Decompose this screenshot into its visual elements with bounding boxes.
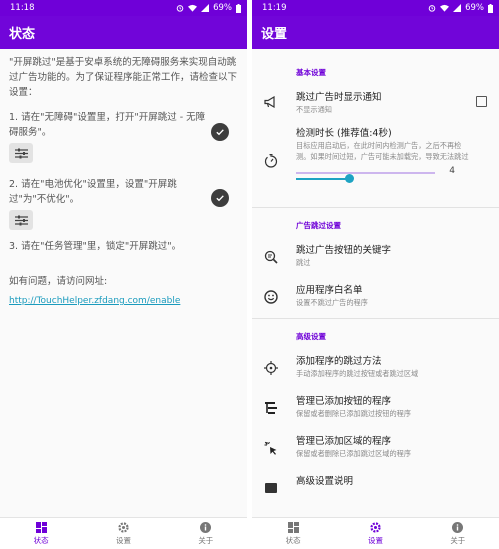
pref-title: 添加程序的跳过方法 <box>296 356 382 367</box>
section-advanced-header: 高级设置 <box>296 332 326 341</box>
smile-icon <box>262 288 280 306</box>
nav-label: 设置 <box>115 535 131 545</box>
slider-fill <box>296 178 349 180</box>
divider <box>252 318 499 319</box>
status-bar: 11:19 69% <box>252 0 499 16</box>
pref-summary: 跳过 <box>296 258 311 267</box>
help-link[interactable]: http://TouchHelper.zfdang.com/enable <box>9 296 180 306</box>
battery-percent: 69% <box>213 3 232 13</box>
section-adskip-header: 广告跳过设置 <box>296 221 341 230</box>
pref-title: 检测时长 (推荐值:4秒) <box>296 128 392 139</box>
tune-icon <box>14 148 28 158</box>
nav-status[interactable]: 状态 <box>252 518 334 549</box>
nav-label: 状态 <box>33 535 49 545</box>
wifi-icon <box>188 4 198 12</box>
settings-list: 基本设置 跳过广告时显示通知 不显示通知 检测时长 (推荐值:4秒) 目标应用启… <box>252 49 499 517</box>
step-task-lock: 3. 请在"任务管理"里，锁定"开屏跳过"。 <box>0 239 247 254</box>
nav-label: 状态 <box>285 535 301 545</box>
step-accessibility: 1. 请在"无障碍"设置里，打开"开屏跳过 - 无障碍服务"。 <box>0 110 247 141</box>
pref-manage-buttons[interactable]: 管理已添加按钮的程序 保留或者删除已添加跳过按钮的程序 <box>252 395 499 421</box>
info-icon <box>452 521 464 533</box>
app-bar: 状态 <box>0 16 247 49</box>
bottom-navigation: 状态 设置 关于 <box>252 517 499 549</box>
info-icon <box>200 521 212 533</box>
dashboard-icon <box>35 521 47 533</box>
list-manage-icon <box>262 399 280 417</box>
help-text: 如有问题，请访问网址: <box>9 276 108 287</box>
pref-summary: 目标应用启动后，在此时间内检测广告，之后不再检测。如果时间过短，广告可能未加载完… <box>296 141 469 161</box>
pref-manage-areas[interactable]: 管理已添加区域的程序 保留或者删除已添加跳过区域的程序 <box>252 435 499 461</box>
dashboard-icon <box>287 521 299 533</box>
battery-icon <box>236 3 241 13</box>
pref-summary: 保留或者删除已添加跳过区域的程序 <box>296 449 412 458</box>
pref-title: 应用程序白名单 <box>296 285 363 296</box>
notification-checkbox[interactable] <box>476 96 487 107</box>
nav-label: 关于 <box>450 535 466 545</box>
alarm-icon <box>176 5 184 12</box>
pref-title: 跳过广告按钮的关键字 <box>296 245 392 256</box>
status-bar: 11:18 69% <box>0 0 247 16</box>
battery-percent: 69% <box>465 3 484 13</box>
slider-thumb[interactable] <box>344 174 354 183</box>
alarm-icon <box>428 5 436 12</box>
signal-icon <box>201 4 210 12</box>
pref-skip-keywords[interactable]: 跳过广告按钮的关键字 跳过 <box>252 244 499 270</box>
pref-show-notification[interactable]: 跳过广告时显示通知 不显示通知 <box>252 91 499 119</box>
settings-screen: 11:19 69% 设置 基本设置 跳过广告时显示通知 不显示通知 检测时长 (… <box>252 0 499 549</box>
step-text: 2. 请在"电池优化"设置里，设置"开屏跳过"为"不优化"。 <box>9 179 177 205</box>
pref-title: 高级设置说明 <box>296 476 354 487</box>
check-icon <box>211 123 229 141</box>
slider-track <box>296 172 435 183</box>
app-bar: 设置 <box>252 16 499 49</box>
pref-whitelist[interactable]: 应用程序白名单 设置不跳过广告的程序 <box>252 284 499 310</box>
page-title: 设置 <box>261 27 288 42</box>
settings-icon <box>370 521 381 533</box>
pref-advanced-help[interactable]: 高级设置说明 <box>252 475 499 501</box>
crosshair-icon <box>262 359 280 377</box>
open-battery-settings-button[interactable] <box>9 210 33 230</box>
signal-icon <box>453 4 462 12</box>
pref-title: 管理已添加按钮的程序 <box>296 396 392 407</box>
step-battery: 2. 请在"电池优化"设置里，设置"开屏跳过"为"不优化"。 <box>0 177 247 207</box>
slider-value: 4 <box>449 166 455 176</box>
nav-about[interactable]: 关于 <box>165 518 247 549</box>
clock: 11:19 <box>262 3 287 13</box>
clock: 11:18 <box>10 3 35 13</box>
bottom-navigation: 状态 设置 关于 <box>0 517 247 549</box>
nav-settings[interactable]: 设置 <box>334 518 416 549</box>
pref-detect-duration: 检测时长 (推荐值:4秒) 目标应用启动后，在此时间内检测广告，之后不再检测。如… <box>252 127 499 203</box>
tune-icon <box>14 215 28 225</box>
open-accessibility-settings-button[interactable] <box>9 143 33 163</box>
status-screen: 11:18 69% 状态 "开屏跳过"是基于安卓系统的无障碍服务来实现自动跳过广… <box>0 0 247 549</box>
check-icon <box>211 189 229 207</box>
divider <box>252 207 499 208</box>
intro-text: "开屏跳过"是基于安卓系统的无障碍服务来实现自动跳过广告功能的。为了保证程序能正… <box>9 57 238 98</box>
settings-icon <box>118 521 129 533</box>
nav-about[interactable]: 关于 <box>417 518 499 549</box>
pref-summary: 手动添加程序的跳过按钮或者跳过区域 <box>296 369 419 378</box>
status-content: "开屏跳过"是基于安卓系统的无障碍服务来实现自动跳过广告功能的。为了保证程序能正… <box>0 49 247 517</box>
pref-add-skip-method[interactable]: 添加程序的跳过方法 手动添加程序的跳过按钮或者跳过区域 <box>252 355 499 381</box>
detect-duration-slider[interactable]: 4 <box>296 166 475 183</box>
nav-status[interactable]: 状态 <box>0 518 82 549</box>
pref-summary: 不显示通知 <box>296 105 332 114</box>
keyword-search-icon <box>262 248 280 266</box>
step-text: 3. 请在"任务管理"里，锁定"开屏跳过"。 <box>9 241 182 252</box>
book-icon <box>262 479 280 497</box>
timer-icon <box>262 152 280 170</box>
page-title: 状态 <box>9 27 36 42</box>
step-text: 1. 请在"无障碍"设置里，打开"开屏跳过 - 无障碍服务"。 <box>9 112 206 138</box>
nav-label: 设置 <box>367 535 383 545</box>
pref-title: 跳过广告时显示通知 <box>296 92 382 103</box>
section-basic-header: 基本设置 <box>296 68 326 77</box>
nav-settings[interactable]: 设置 <box>82 518 164 549</box>
megaphone-icon <box>262 93 280 111</box>
pref-summary: 设置不跳过广告的程序 <box>296 298 368 307</box>
wifi-icon <box>440 4 450 12</box>
pref-title: 管理已添加区域的程序 <box>296 436 392 447</box>
tap-area-icon <box>262 439 280 457</box>
battery-icon <box>488 3 493 13</box>
pref-summary: 保留或者删除已添加跳过按钮的程序 <box>296 409 412 418</box>
nav-label: 关于 <box>198 535 214 545</box>
